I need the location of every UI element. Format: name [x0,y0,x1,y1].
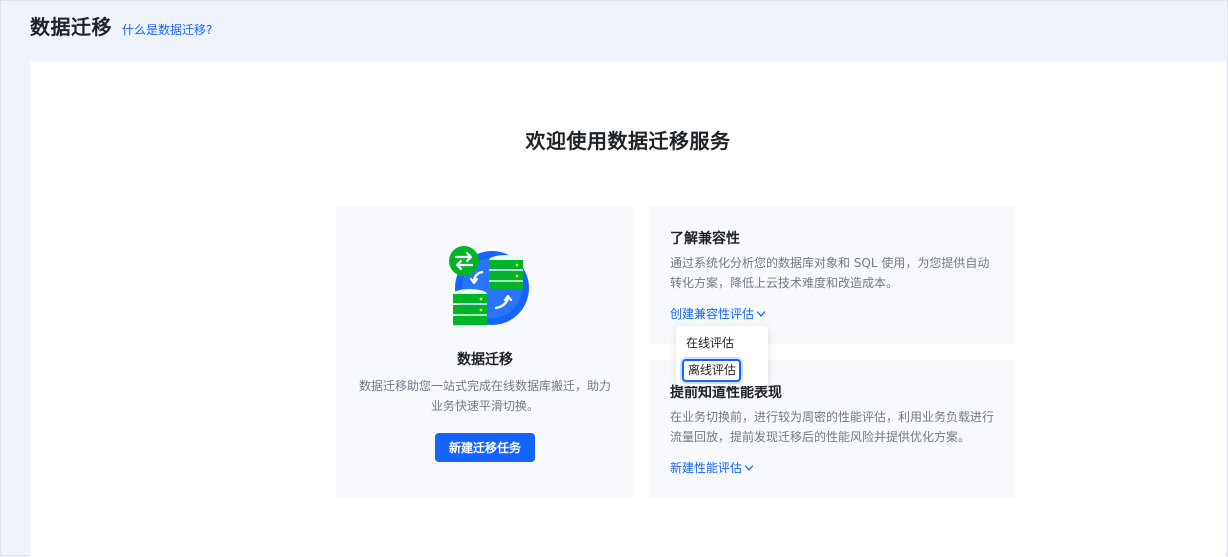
migration-card-description: 数据迁移助您一站式完成在线数据库搬迁，助力业务快速平滑切换。 [358,379,611,413]
help-link[interactable]: 什么是数据迁移? [122,21,212,38]
new-performance-assessment-link[interactable]: 新建性能评估 [670,459,754,476]
page-title: 数据迁移 [30,15,112,39]
new-migration-task-button[interactable]: 新建迁移任务 [435,433,535,462]
app-frame: 数据迁移 什么是数据迁移? 欢迎使用数据迁移服务 数据迁移 数据迁移助您一站式完… [0,0,1228,557]
chevron-down-icon [744,464,754,471]
performance-card-description: 在业务切换前，进行较为周密的性能评估，利用业务负载进行流量回放，提前发现迁移后的… [670,410,995,444]
main-content: 欢迎使用数据迁移服务 数据迁移 数据迁移助您一站式完成在线数据库搬迁，助力业务快… [30,61,1226,557]
welcome-title: 欢迎使用数据迁移服务 [525,129,731,153]
chevron-down-icon [756,310,766,317]
dropdown-item-offline-assessment[interactable]: 离线评估 [682,359,741,382]
assessment-dropdown-menu: 在线评估 离线评估 [676,326,768,386]
compatibility-card: 了解兼容性 通过系统化分析您的数据库对象和 SQL 使用，为您提供自动转化方案，… [649,206,1015,344]
migration-card: 数据迁移 数据迁移助您一站式完成在线数据库搬迁，助力业务快速平滑切换。 新建迁移… [336,206,634,498]
database-migration-illustration [449,246,529,325]
page-header: 数据迁移 什么是数据迁移? [30,11,212,43]
create-compatibility-assessment-link[interactable]: 创建兼容性评估 [670,305,766,322]
compatibility-card-description: 通过系统化分析您的数据库对象和 SQL 使用，为您提供自动转化方案，降低上云技术… [670,256,990,290]
new-performance-assessment-label: 新建性能评估 [670,461,743,475]
migration-card-title: 数据迁移 [457,352,513,368]
dropdown-item-online-assessment[interactable]: 在线评估 [681,332,763,354]
create-compatibility-assessment-label: 创建兼容性评估 [670,307,755,321]
compatibility-card-title: 了解兼容性 [670,231,740,247]
